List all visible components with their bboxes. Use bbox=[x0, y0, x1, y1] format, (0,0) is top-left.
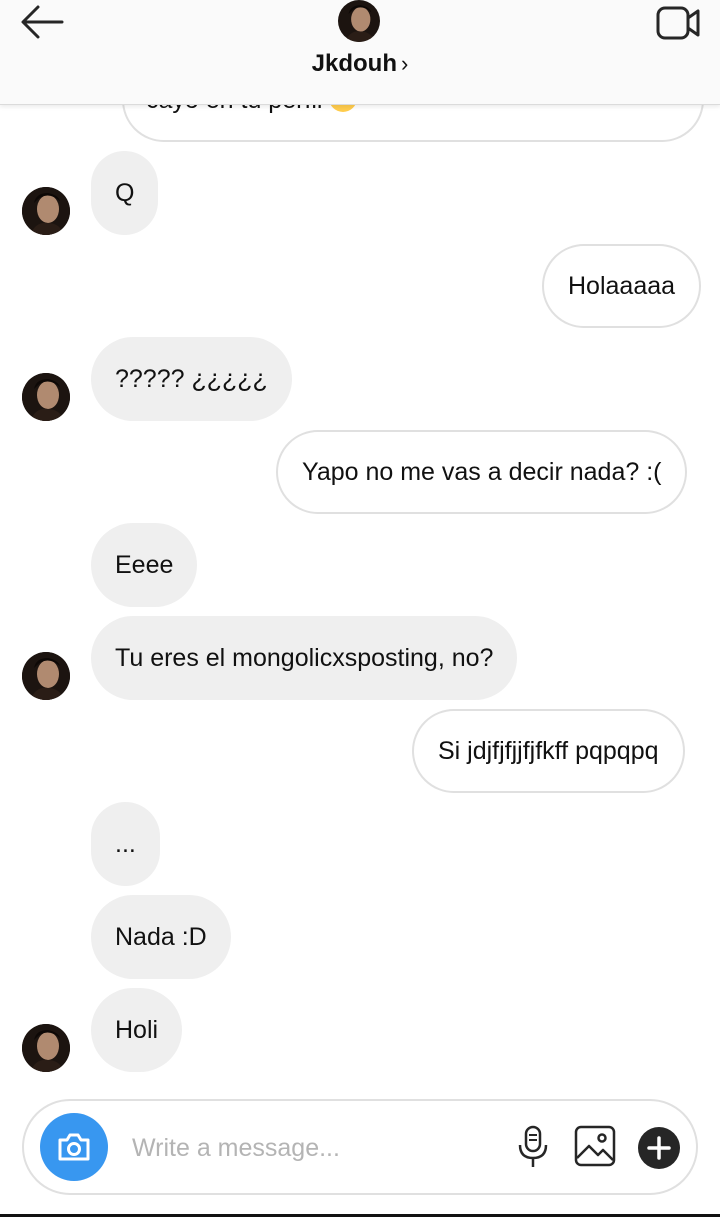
message-bubble-incoming[interactable]: Holi bbox=[91, 988, 183, 1072]
message-text: Tu eres el mongolicxsposting, no? bbox=[115, 644, 494, 672]
profile-photo bbox=[22, 1024, 70, 1072]
more-options-button[interactable] bbox=[638, 1127, 680, 1169]
message-text: Eeee bbox=[115, 551, 174, 579]
message-bubble-incoming[interactable]: Q bbox=[91, 151, 159, 235]
profile-photo bbox=[22, 187, 70, 235]
sender-avatar[interactable] bbox=[22, 373, 70, 421]
voice-message-button[interactable] bbox=[516, 1125, 550, 1169]
username: Jkdouh bbox=[311, 50, 397, 77]
conversation-title[interactable]: Jkdouh › bbox=[0, 50, 720, 78]
chat-header: Jkdouh › bbox=[0, 0, 720, 105]
message-bubble-incoming[interactable]: Tu eres el mongolicxsposting, no? bbox=[91, 616, 518, 700]
sender-avatar[interactable] bbox=[22, 187, 70, 235]
back-button[interactable] bbox=[18, 2, 66, 42]
message-bubble-incoming[interactable]: Eeee bbox=[91, 523, 198, 607]
message-text: ... bbox=[115, 830, 136, 858]
plus-icon bbox=[647, 1136, 671, 1160]
message-text: Q bbox=[115, 179, 135, 207]
video-call-button[interactable] bbox=[652, 2, 704, 44]
arrow-left-icon bbox=[21, 5, 64, 39]
sender-avatar[interactable] bbox=[22, 652, 70, 700]
image-gallery-icon bbox=[574, 1125, 616, 1167]
message-text: Holi bbox=[115, 1016, 159, 1044]
camera-icon bbox=[58, 1133, 90, 1161]
profile-photo bbox=[338, 0, 380, 42]
sender-avatar[interactable] bbox=[22, 1024, 70, 1072]
camera-button[interactable] bbox=[40, 1113, 108, 1181]
message-text: Si jdjfjfjjfjfkff pqpqpq bbox=[438, 737, 659, 765]
chevron-right-icon: › bbox=[401, 51, 409, 76]
message-bubble-incoming[interactable]: ... bbox=[91, 802, 160, 886]
video-camera-icon bbox=[656, 6, 700, 40]
message-bubble-incoming[interactable]: Nada :D bbox=[91, 895, 231, 979]
message-text: ????? ¿¿¿¿¿ bbox=[115, 365, 268, 393]
profile-photo bbox=[22, 652, 70, 700]
message-text: Yapo no me vas a decir nada? :( bbox=[302, 458, 662, 486]
message-composer bbox=[22, 1099, 698, 1195]
message-bubble-incoming[interactable]: ????? ¿¿¿¿¿ bbox=[91, 337, 292, 421]
header-avatar[interactable] bbox=[338, 0, 380, 42]
profile-photo bbox=[22, 373, 70, 421]
microphone-icon bbox=[518, 1125, 548, 1167]
message-text: Holaaaaa bbox=[568, 272, 676, 300]
message-bubble-outgoing[interactable]: Yapo no me vas a decir nada? :( bbox=[276, 430, 688, 514]
message-text: Nada :D bbox=[115, 923, 207, 951]
gallery-button[interactable] bbox=[574, 1125, 616, 1167]
message-input[interactable] bbox=[130, 1119, 494, 1177]
message-bubble-outgoing[interactable]: Holaaaaa bbox=[542, 244, 702, 328]
message-bubble-outgoing[interactable]: Si jdjfjfjjfjfkff pqpqpq bbox=[412, 709, 685, 793]
